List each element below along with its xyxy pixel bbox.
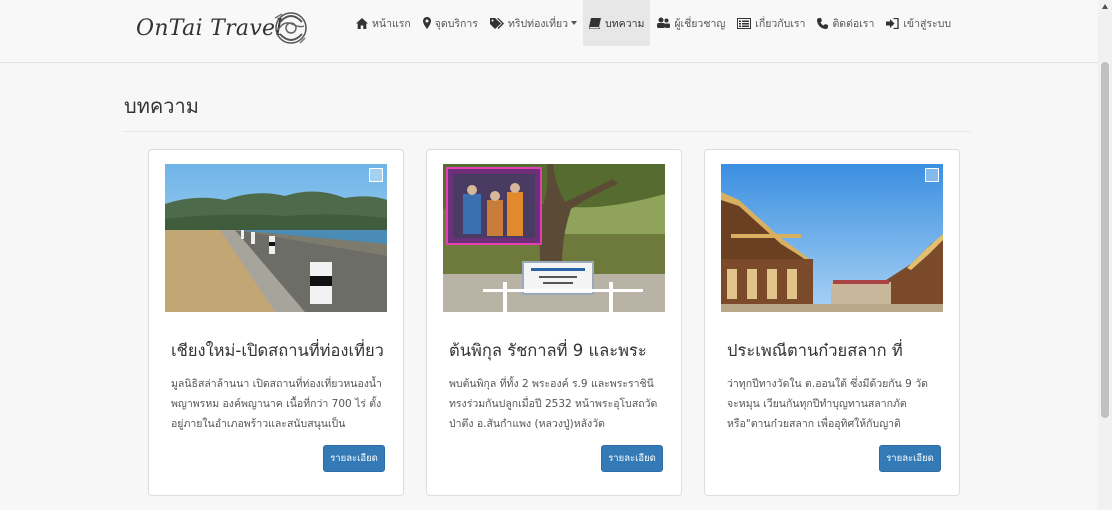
nav-about[interactable]: เกี่ยวกับเรา: [731, 0, 811, 46]
article-image-temple[interactable]: [721, 164, 943, 312]
nav-trips-dropdown[interactable]: ทริปท่องเที่ยว: [484, 0, 583, 46]
nav-service-points[interactable]: จุดบริการ: [417, 0, 484, 46]
brand-logo-icon[interactable]: [270, 8, 312, 48]
nav-home-label: หน้าแรก: [372, 17, 411, 30]
article-image-pikul-tree[interactable]: [443, 164, 665, 312]
phone-icon: [817, 17, 829, 29]
details-button[interactable]: รายละเอียด: [601, 445, 663, 472]
nav-contact[interactable]: ติดต่อเรา: [811, 0, 880, 46]
map-marker-icon: [422, 17, 431, 29]
details-button[interactable]: รายละเอียด: [323, 445, 385, 472]
image-expand-icon[interactable]: [369, 168, 383, 182]
nav-experts[interactable]: ผู้เชี่ยวชาญ: [650, 0, 731, 46]
article-card: ประเพณีตานก๋วยสลาก ที่ ว่าทุกปีทางวัดใน …: [704, 149, 960, 496]
scroll-up-arrow-icon[interactable]: [1102, 4, 1108, 9]
nav-login-label: เข้าสู่ระบบ: [903, 17, 952, 30]
nav-trips-label: ทริปท่องเที่ยว: [507, 17, 569, 30]
details-button[interactable]: รายละเอียด: [879, 445, 941, 472]
article-excerpt: มูลนิธิสล่าล้านนา เปิดสถานที่ท่องเที่ยวห…: [171, 378, 382, 430]
image-expand-icon[interactable]: [925, 168, 939, 182]
chevron-down-icon: [571, 21, 578, 25]
nav-login[interactable]: เข้าสู่ระบบ: [880, 0, 957, 46]
tags-icon: [489, 17, 504, 29]
nav-about-label: เกี่ยวกับเรา: [755, 17, 806, 30]
article-title[interactable]: ประเพณีตานก๋วยสลาก ที่: [727, 338, 947, 364]
sign-in-icon: [886, 17, 899, 29]
main-nav: หน้าแรก จุดบริการ ทริปท่องเที่ยว บทความ …: [350, 0, 957, 62]
article-title[interactable]: เชียงใหม่-เปิดสถานที่ท่องเที่ยว: [171, 338, 391, 364]
title-divider: [124, 131, 970, 132]
page-title: บทความ: [124, 94, 199, 118]
book-icon: [589, 17, 602, 29]
article-card: เชียงใหม่-เปิดสถานที่ท่องเที่ยว มูลนิธิส…: [148, 149, 404, 496]
nav-experts-label: ผู้เชี่ยวชาญ: [674, 17, 726, 30]
article-image-reservoir[interactable]: [165, 164, 387, 312]
article-title[interactable]: ต้นพิกุล รัชกาลที่ 9 และพระ: [449, 338, 669, 364]
article-card: ต้นพิกุล รัชกาลที่ 9 และพระ พบต้นพิกุล ท…: [426, 149, 682, 496]
page-scrollbar[interactable]: [1098, 0, 1112, 510]
list-icon: [737, 17, 752, 29]
article-excerpt: ว่าทุกปีทางวัดใน ต.ออนใต้ ซึ่งมีด้วยกัน …: [727, 378, 928, 430]
top-navbar: OnTai Travel หน้าแรก จุดบริการ ทริปท่องเ…: [0, 0, 1098, 63]
brand-name[interactable]: OnTai Travel: [136, 16, 283, 41]
article-excerpt: พบต้นพิกุล ที่ทั้ง 2 พระองค์ ร.9 และพระร…: [449, 378, 658, 430]
home-icon: [356, 17, 368, 29]
nav-articles-label: บทความ: [605, 17, 645, 30]
nav-contact-label: ติดต่อเรา: [832, 17, 875, 30]
nav-articles[interactable]: บทความ: [583, 0, 651, 46]
nav-home[interactable]: หน้าแรก: [350, 0, 417, 46]
scrollbar-thumb[interactable]: [1101, 62, 1109, 418]
nav-service-points-label: จุดบริการ: [434, 17, 478, 30]
users-icon: [657, 17, 671, 28]
